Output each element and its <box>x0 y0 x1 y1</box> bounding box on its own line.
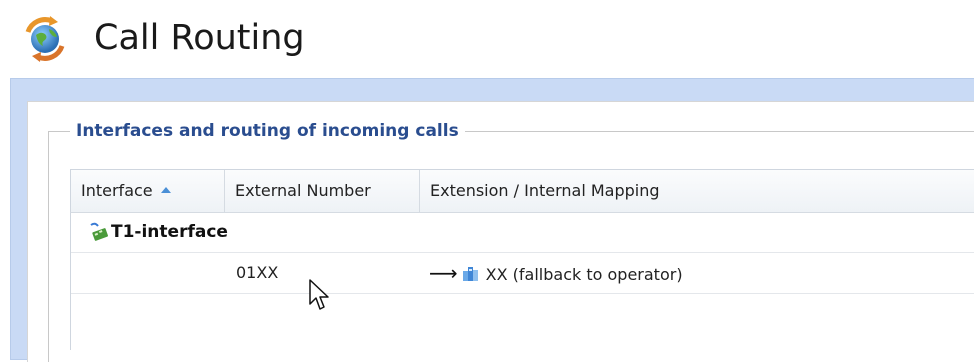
page-title: Call Routing <box>94 18 305 58</box>
group-label: T1-interface <box>111 222 228 242</box>
page-header: Call Routing <box>0 0 974 76</box>
sort-ascending-icon <box>160 186 171 193</box>
routes-to-arrow-icon: ⟶ <box>429 261 458 285</box>
external-number-cell: 01XX <box>236 263 279 282</box>
t1-interface-icon <box>90 222 109 241</box>
extension-mapping-cell: ⟶ XX (fallback to operator) <box>429 253 683 293</box>
column-header-extension-mapping[interactable]: Extension / Internal Mapping <box>420 170 974 212</box>
column-header-external-number[interactable]: External Number <box>225 170 420 212</box>
column-header-interface[interactable]: Interface <box>71 170 225 212</box>
extension-text: XX (fallback to operator) <box>485 265 683 284</box>
column-header-label: Interface <box>81 181 153 200</box>
group-row-t1-interface[interactable]: T1-interface <box>71 212 974 253</box>
mouse-pointer-icon <box>309 279 329 310</box>
call-routing-globe-icon <box>25 16 65 62</box>
table-row[interactable]: 01XX ⟶ XX (fallback to operator) <box>71 253 974 294</box>
table-header: Interface External Number Extension / In… <box>70 169 974 213</box>
column-header-label: External Number <box>235 181 371 200</box>
extension-group-icon <box>462 266 478 281</box>
fieldset-legend: Interfaces and routing of incoming calls <box>70 119 465 143</box>
column-header-label: Extension / Internal Mapping <box>430 181 660 200</box>
